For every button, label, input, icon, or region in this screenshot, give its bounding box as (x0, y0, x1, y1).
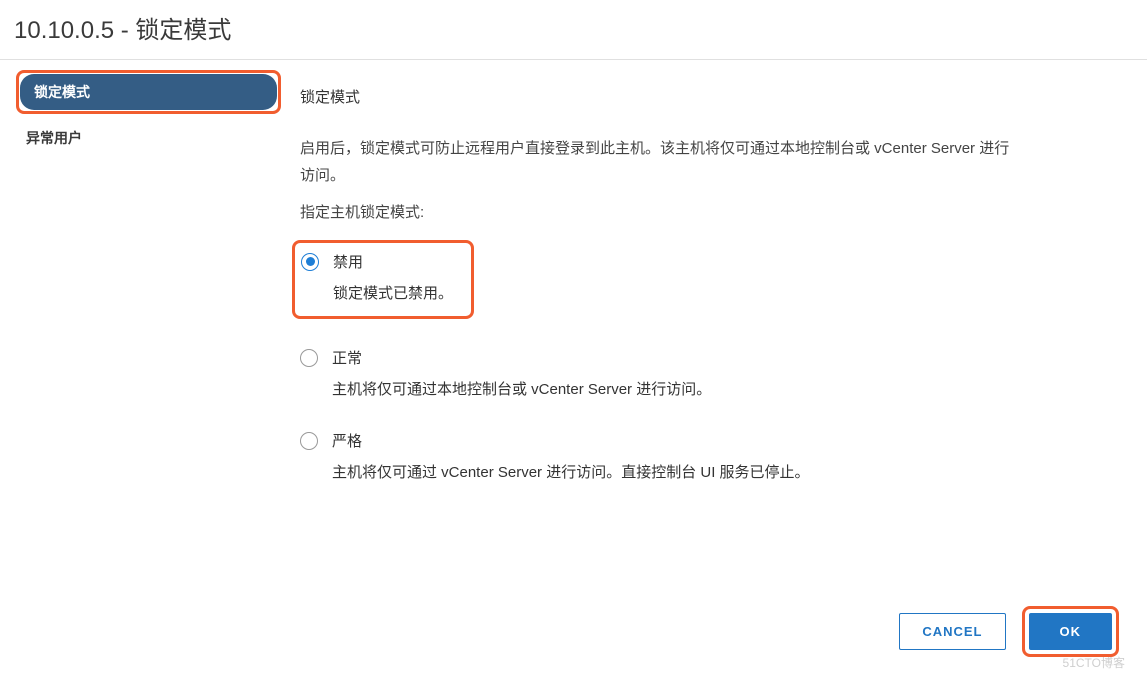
sidebar: 锁定模式 异常用户 (0, 64, 290, 513)
radio-description: 锁定模式已禁用。 (333, 282, 453, 306)
highlight-annotation-disabled-option: 禁用 锁定模式已禁用。 (292, 240, 474, 319)
highlight-annotation-sidebar: 锁定模式 (16, 70, 281, 114)
radio-description: 主机将仅可通过本地控制台或 vCenter Server 进行访问。 (332, 378, 1127, 402)
radio-button-disabled[interactable] (301, 253, 319, 271)
main-panel: 锁定模式 启用后，锁定模式可防止远程用户直接登录到此主机。该主机将仅可通过本地控… (290, 64, 1147, 513)
highlight-annotation-ok: OK (1022, 606, 1120, 657)
radio-option-disabled: 禁用 锁定模式已禁用。 (301, 251, 453, 306)
cancel-button[interactable]: CANCEL (899, 613, 1005, 650)
sidebar-item-label: 异常用户 (26, 130, 82, 146)
section-title: 锁定模式 (300, 86, 1127, 107)
radio-label[interactable]: 禁用 (333, 251, 363, 272)
sidebar-item-lockdown-mode[interactable]: 锁定模式 (20, 74, 277, 110)
sidebar-item-label: 锁定模式 (34, 84, 90, 100)
radio-label[interactable]: 严格 (332, 430, 362, 451)
radio-button-normal[interactable] (300, 349, 318, 367)
radio-description: 主机将仅可通过 vCenter Server 进行访问。直接控制台 UI 服务已… (332, 461, 1127, 485)
radio-option-strict: 严格 主机将仅可通过 vCenter Server 进行访问。直接控制台 UI … (300, 430, 1127, 485)
dialog-title: 10.10.0.5 - 锁定模式 (0, 0, 1147, 60)
sidebar-item-exception-users[interactable]: 异常用户 (12, 120, 290, 156)
radio-label[interactable]: 正常 (332, 347, 362, 368)
radio-option-normal: 正常 主机将仅可通过本地控制台或 vCenter Server 进行访问。 (300, 347, 1127, 402)
description-text: 启用后，锁定模式可防止远程用户直接登录到此主机。该主机将仅可通过本地控制台或 v… (300, 135, 1010, 189)
radio-group: 禁用 锁定模式已禁用。 正常 主机将仅可通过本地控制台或 vCenter Ser… (300, 240, 1127, 485)
dialog-footer: CANCEL OK (899, 606, 1119, 657)
ok-button[interactable]: OK (1029, 613, 1113, 650)
dialog-body: 锁定模式 异常用户 锁定模式 启用后，锁定模式可防止远程用户直接登录到此主机。该… (0, 64, 1147, 513)
sub-label: 指定主机锁定模式: (300, 201, 1127, 222)
radio-button-strict[interactable] (300, 432, 318, 450)
